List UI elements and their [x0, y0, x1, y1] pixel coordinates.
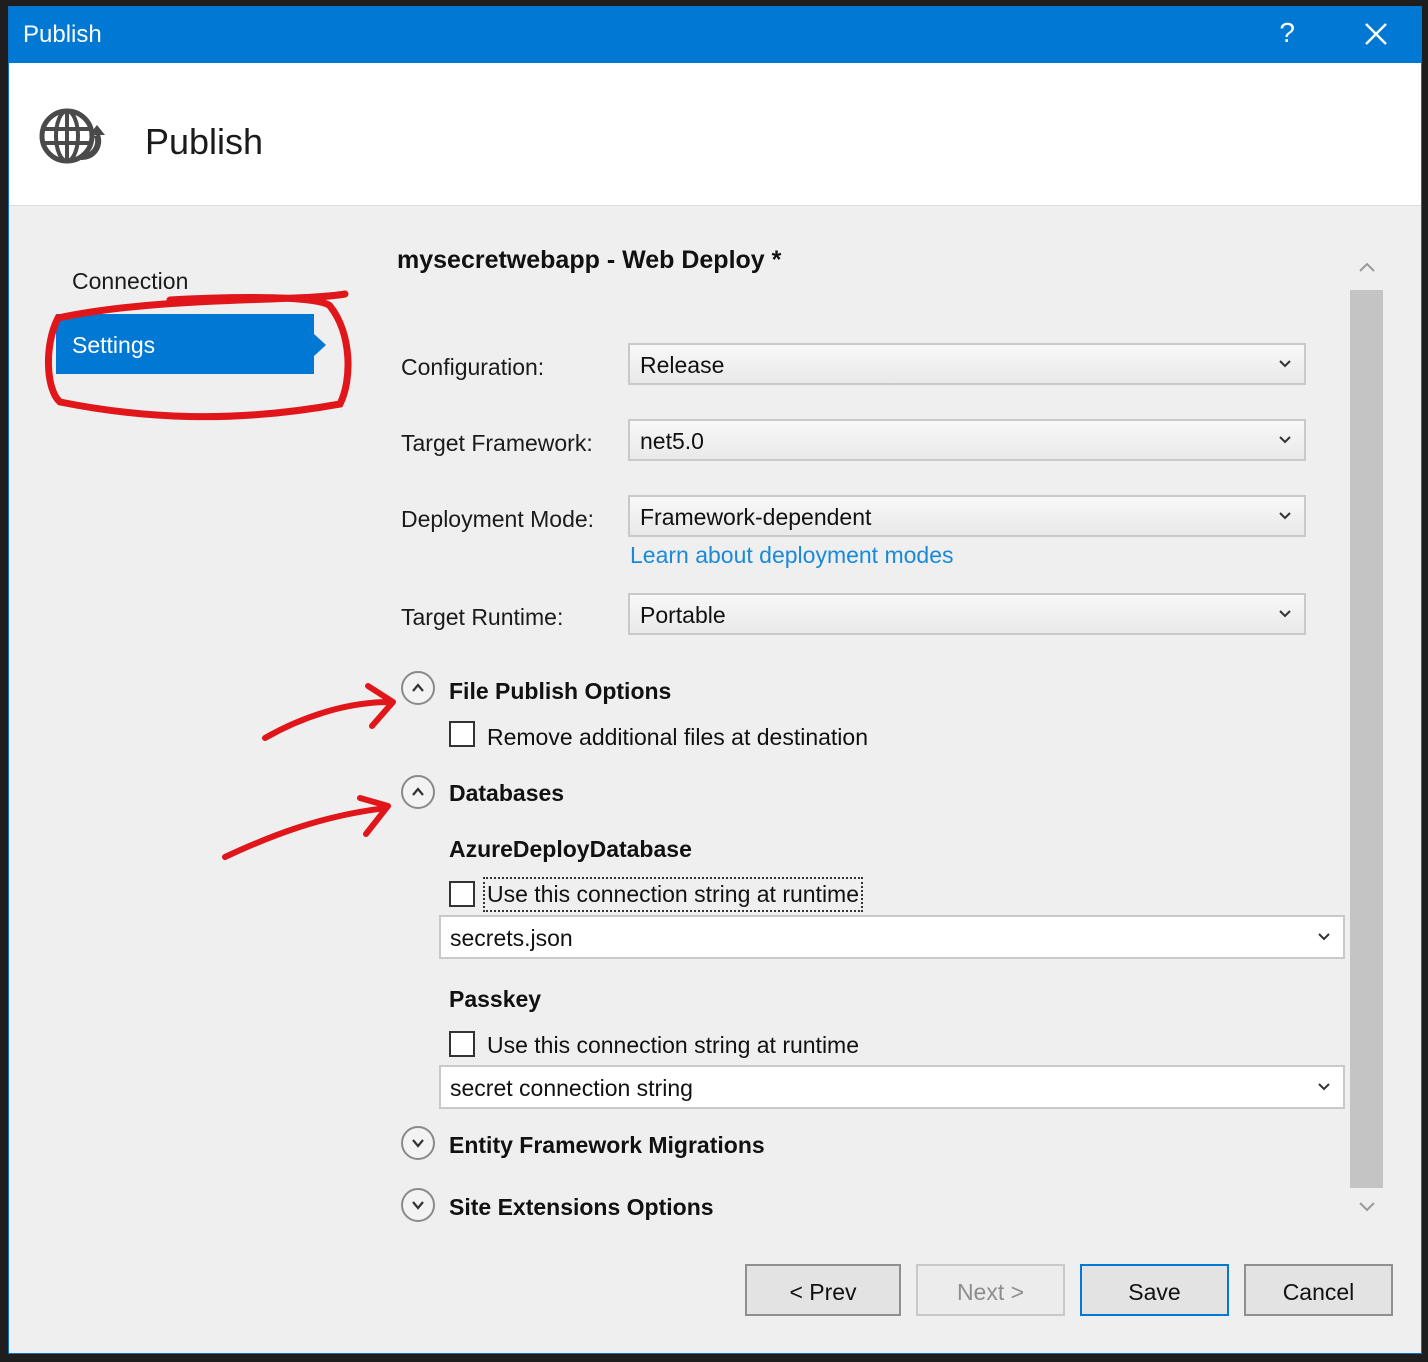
chevron-down-icon [1279, 610, 1291, 618]
nav-item-settings[interactable]: Settings [56, 314, 326, 374]
chevron-down-icon [1318, 1083, 1330, 1091]
ef-migrations-section-title[interactable]: Entity Framework Migrations [449, 1132, 765, 1159]
runtime-connection-checkbox[interactable] [449, 1031, 475, 1057]
window-title: Publish [23, 21, 102, 48]
remove-files-checkbox[interactable] [449, 721, 475, 747]
chevron-down-icon [1279, 512, 1291, 520]
chevron-down-icon [412, 1139, 424, 1148]
ef-migrations-expand-button[interactable] [401, 1126, 435, 1160]
target-runtime-select[interactable]: Portable [628, 593, 1306, 635]
remove-files-label[interactable]: Remove additional files at destination [487, 724, 868, 751]
databases-section-title[interactable]: Databases [449, 780, 564, 807]
header-title: Publish [145, 121, 264, 162]
connection-string-combo[interactable]: secret connection string [439, 1065, 1345, 1109]
runtime-connection-checkbox[interactable] [449, 881, 475, 907]
globe-publish-icon [39, 108, 105, 164]
deployment-mode-label: Deployment Mode: [401, 506, 595, 532]
scrollbar-thumb[interactable] [1350, 290, 1383, 1188]
nav-item-connection[interactable]: Connection [72, 268, 188, 295]
connection-string-value: secrets.json [450, 925, 573, 951]
database-name: Passkey [449, 986, 542, 1012]
chevron-up-icon [412, 787, 424, 796]
cancel-button[interactable]: Cancel [1244, 1264, 1393, 1316]
connection-string-value: secret connection string [450, 1075, 693, 1101]
save-button[interactable]: Save [1080, 1264, 1229, 1316]
databases-collapse-button[interactable] [401, 775, 435, 809]
scroll-down-icon[interactable] [1358, 1200, 1376, 1214]
next-button[interactable]: Next > [916, 1264, 1065, 1316]
deployment-modes-link[interactable]: Learn about deployment modes [630, 542, 954, 569]
site-extensions-expand-button[interactable] [401, 1188, 435, 1222]
database-name: AzureDeployDatabase [449, 836, 692, 862]
target-framework-label: Target Framework: [401, 430, 593, 456]
target-framework-value: net5.0 [640, 428, 704, 454]
chevron-down-icon [1318, 933, 1330, 941]
file-publish-section-title[interactable]: File Publish Options [449, 678, 671, 705]
prev-button[interactable]: < Prev [745, 1264, 901, 1316]
site-extensions-section-title[interactable]: Site Extensions Options [449, 1194, 714, 1221]
title-bar: Publish ? [9, 7, 1421, 63]
target-runtime-label: Target Runtime: [401, 604, 564, 630]
profile-title: mysecretwebapp - Web Deploy * [397, 246, 782, 274]
deployment-mode-select[interactable]: Framework-dependent [628, 495, 1306, 537]
close-icon[interactable] [1361, 19, 1391, 49]
target-framework-select[interactable]: net5.0 [628, 419, 1306, 461]
chevron-down-icon [1279, 436, 1291, 444]
target-runtime-value: Portable [640, 602, 726, 628]
deployment-mode-value: Framework-dependent [640, 504, 872, 530]
connection-string-combo[interactable]: secrets.json [439, 915, 1345, 959]
chevron-down-icon [412, 1201, 424, 1210]
file-publish-collapse-button[interactable] [401, 671, 435, 705]
chevron-up-icon [412, 683, 424, 692]
configuration-label: Configuration: [401, 354, 545, 380]
configuration-value: Release [640, 352, 725, 378]
help-icon[interactable]: ? [1279, 17, 1295, 49]
chevron-down-icon [1279, 360, 1291, 368]
runtime-connection-label[interactable]: Use this connection string at runtime [487, 1032, 859, 1059]
scroll-up-icon[interactable] [1358, 260, 1376, 274]
dialog-header: Publish [9, 63, 1421, 206]
runtime-connection-label[interactable]: Use this connection string at runtime [482, 877, 864, 912]
configuration-select[interactable]: Release [628, 343, 1306, 385]
